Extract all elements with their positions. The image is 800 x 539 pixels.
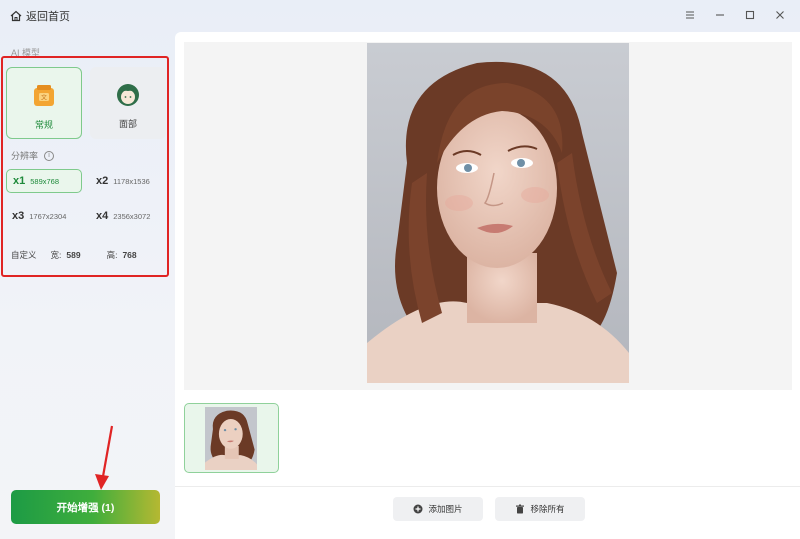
bottom-divider <box>175 486 800 487</box>
custom-width-value[interactable]: 589 <box>66 250 80 260</box>
resolution-dimensions: 2356x3072 <box>113 211 151 221</box>
model-card-face[interactable]: 面部 <box>90 67 166 139</box>
title-bar: 返回首页 <box>0 0 800 32</box>
resolution-dimensions: 1178x1536 <box>113 176 150 186</box>
remove-all-label: 移除所有 <box>530 504 565 514</box>
home-icon <box>10 10 22 22</box>
general-icon: 文 <box>34 85 54 106</box>
resolution-option-x1[interactable]: x1 589x768 <box>6 169 82 193</box>
info-icon[interactable]: i <box>44 150 55 161</box>
trash-icon <box>516 504 525 514</box>
resolution-option-x2[interactable]: x2 1178x1536 <box>90 169 166 193</box>
main-panel: 添加图片 移除所有 <box>175 32 800 539</box>
add-image-button[interactable]: 添加图片 <box>393 497 483 521</box>
image-preview <box>184 42 792 390</box>
custom-label: 自定义 <box>11 250 37 260</box>
model-card-general[interactable]: 文 常规 <box>6 67 82 139</box>
model-label-face: 面部 <box>118 119 137 129</box>
minimize-icon[interactable] <box>712 6 728 24</box>
thumbnail-photo <box>205 407 257 470</box>
maximize-icon[interactable] <box>742 6 758 24</box>
sidebar: AI 模型 文 常规 面部 分辨率 i x1 589x768 x2 1178x1… <box>0 32 172 539</box>
resolution-label: 分辨率 i <box>11 149 55 162</box>
red-arrow-annotation <box>95 425 114 490</box>
home-label: 返回首页 <box>26 11 70 23</box>
custom-height-label: 高: <box>106 250 118 260</box>
resolution-option-x4[interactable]: x4 2356x3072 <box>90 204 166 228</box>
custom-size-row: 自定义 宽: 589 高: 768 <box>11 249 137 261</box>
custom-width-label: 宽: <box>50 250 62 260</box>
model-label-general: 常规 <box>34 120 53 130</box>
resolution-dimensions: 589x768 <box>30 176 60 186</box>
add-circle-icon <box>413 504 423 514</box>
menu-icon[interactable] <box>682 6 698 24</box>
resolution-dimensions: 1767x2304 <box>29 211 67 221</box>
resolution-option-x3[interactable]: x3 1767x2304 <box>6 204 82 228</box>
start-enhance-button[interactable]: 开始增强 (1) <box>11 490 160 524</box>
svg-text:文: 文 <box>41 94 47 102</box>
resolution-multiplier: x3 <box>12 210 25 222</box>
home-link[interactable]: 返回首页 <box>10 8 70 24</box>
close-icon[interactable] <box>772 6 788 24</box>
resolution-label-text: 分辨率 <box>11 151 39 161</box>
resolution-multiplier: x2 <box>96 175 109 187</box>
thumbnail-item[interactable] <box>184 403 279 473</box>
app-window: 返回首页 AI 模型 文 常规 面部 分辨率 i x1 589x768 x2 1… <box>0 0 800 539</box>
remove-all-button[interactable]: 移除所有 <box>495 497 585 521</box>
face-icon <box>117 84 139 106</box>
resolution-multiplier: x1 <box>13 175 26 187</box>
preview-photo <box>367 43 629 383</box>
custom-height-value[interactable]: 768 <box>122 250 136 260</box>
add-image-label: 添加图片 <box>428 504 463 514</box>
resolution-multiplier: x4 <box>96 210 109 222</box>
